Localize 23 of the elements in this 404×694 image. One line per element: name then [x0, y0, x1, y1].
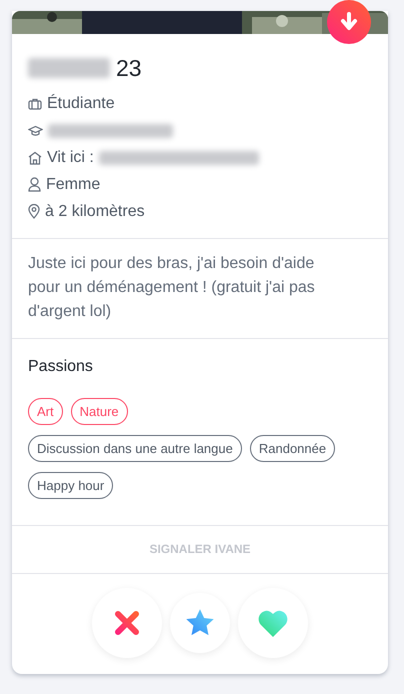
profile-detail: Vit ici :: [47, 148, 94, 166]
collapse-button[interactable]: [327, 0, 371, 44]
profile-age: 23: [116, 54, 142, 82]
report-button[interactable]: SIGNALER IVANE: [12, 526, 388, 574]
passion-tag: Nature: [70, 398, 128, 425]
section-title: Passions: [28, 357, 94, 377]
passion-tag: Discussion dans une autre langue: [28, 435, 242, 462]
briefcase-icon: [28, 98, 42, 110]
person-icon: [28, 177, 41, 192]
bio-text: Juste ici pour des bras, j'ai besoin d'aide pour un déménagement ! (gratuit j'ai pas d'argent lol): [28, 254, 316, 322]
star-icon: [185, 608, 215, 638]
close-icon: [114, 610, 140, 636]
location-pin-icon: [28, 204, 40, 219]
profile-detail: Étudiante: [47, 94, 115, 112]
profile-detail: à 2 kilomètres: [45, 202, 145, 220]
passion-tag: Art: [28, 398, 63, 425]
graduation-cap-icon: [28, 124, 43, 136]
passion-tag: Happy hour: [28, 472, 114, 499]
house-icon: [28, 150, 42, 164]
heart-icon: [258, 610, 288, 636]
arrow-down-icon: [340, 12, 358, 32]
profile-detail: Femme: [46, 176, 100, 194]
passion-tag: Randonnée: [250, 435, 336, 462]
